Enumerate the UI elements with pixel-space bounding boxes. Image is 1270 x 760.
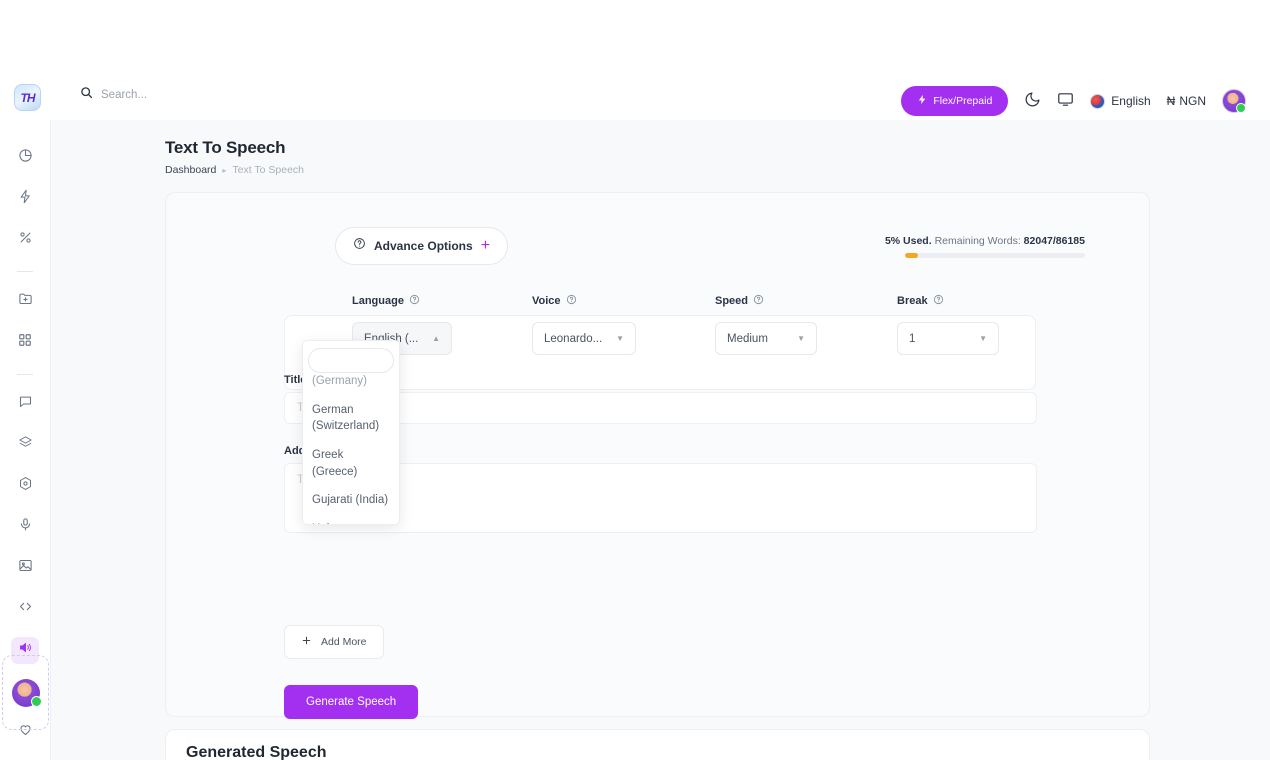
flag-usa-icon [1090, 93, 1106, 109]
usage-indicator: 5% Used. Remaining Words: 82047/86185 [825, 235, 1085, 258]
plus-icon: + [480, 237, 491, 254]
grid-icon [18, 333, 32, 352]
app-logo-text: TH [20, 90, 36, 105]
sidebar-item-images[interactable] [11, 555, 39, 582]
currency-label: NGN [1179, 94, 1206, 108]
language-selector[interactable]: English [1090, 93, 1151, 109]
question-circle-icon [933, 294, 944, 308]
sidebar-item-layers[interactable] [11, 432, 39, 459]
microphone-icon [18, 517, 33, 537]
sidebar-item-code[interactable] [11, 596, 39, 623]
currency-symbol: ₦ [1166, 94, 1176, 108]
sidebar-divider [17, 373, 33, 375]
search-box[interactable]: Search... [80, 86, 147, 104]
break-select-value: 1 [909, 332, 916, 345]
sidebar-item-models[interactable] [11, 473, 39, 500]
question-circle-icon [753, 294, 764, 308]
usage-remaining-value: 82047/86185 [1023, 235, 1085, 247]
sidebar-item-apps[interactable] [11, 329, 39, 356]
speed-select[interactable]: Medium ▼ [715, 322, 817, 355]
layers-icon [18, 435, 33, 455]
speed-select-value: Medium [727, 332, 768, 345]
sidebar-divider [17, 271, 33, 272]
sidebar [0, 120, 51, 760]
search-icon [80, 86, 93, 104]
chevron-up-icon: ▲ [432, 334, 440, 343]
plan-button-label: Flex/Prepaid [933, 95, 993, 107]
breadcrumb-home[interactable]: Dashboard [165, 164, 216, 176]
image-icon [18, 558, 33, 578]
sidebar-item-analytics[interactable] [11, 144, 39, 171]
add-more-label: Add More [321, 636, 367, 648]
sidebar-item-chat[interactable] [11, 391, 39, 418]
chevron-down-icon: ▼ [979, 334, 987, 343]
page-title: Text To Speech [165, 138, 286, 157]
percent-icon [18, 230, 33, 250]
list-item[interactable]: Gujarati (India) [303, 486, 399, 515]
hexagon-icon [18, 476, 33, 496]
language-dropdown-list: (Germany) German (Switzerland) Greek (Gr… [303, 367, 399, 524]
advance-options-button[interactable]: Advance Options + [335, 227, 509, 265]
sidebar-item-new-project[interactable] [11, 288, 39, 315]
bolt-icon [18, 189, 33, 209]
breadcrumb: Dashboard ▸ Text To Speech [165, 164, 1270, 176]
break-label: Break [897, 294, 944, 308]
list-item[interactable]: German (Switzerland) [303, 396, 399, 441]
bolt-icon [917, 94, 928, 108]
pie-chart-icon [18, 148, 33, 168]
code-icon [18, 599, 33, 619]
avatar[interactable] [1222, 89, 1246, 113]
currency-selector[interactable]: ₦ NGN [1167, 94, 1206, 108]
advance-options-label: Advance Options [374, 239, 473, 253]
theme-toggle-button[interactable] [1024, 91, 1041, 111]
avatar [11, 678, 42, 707]
language-label: Language [352, 294, 420, 308]
generated-speech-title: Generated Speech [186, 744, 327, 760]
voice-select[interactable]: Leonardo... ▼ [532, 322, 636, 355]
search-placeholder: Search... [101, 89, 148, 101]
question-circle-icon [353, 237, 366, 255]
chevron-right-icon: ▸ [222, 165, 227, 175]
speed-label: Speed [715, 294, 764, 308]
folder-plus-icon [18, 291, 33, 311]
usage-remaining-label: Remaining Words: [934, 235, 1021, 247]
display-mode-button[interactable] [1057, 91, 1074, 111]
generate-speech-button[interactable]: Generate Speech [284, 685, 419, 719]
add-more-button[interactable]: Add More [284, 625, 384, 659]
plus-icon [301, 635, 312, 649]
sidebar-item-voice[interactable] [11, 514, 39, 541]
monitor-icon [1057, 91, 1074, 111]
question-circle-icon [566, 294, 577, 308]
app-window: TH Search... Flex/Prepaid English ₦ NGN … [0, 0, 1270, 760]
usage-used-label: 5% Used. [884, 235, 932, 247]
list-item[interactable]: (Germany) [303, 367, 399, 396]
chat-icon [18, 394, 33, 414]
moon-icon [1024, 91, 1041, 111]
chevron-down-icon: ▼ [797, 334, 805, 343]
voice-label: Voice [532, 294, 577, 308]
main-content: Text To Speech Dashboard ▸ Text To Speec… [51, 120, 1270, 760]
break-select[interactable]: 1 ▼ [897, 322, 999, 355]
list-item[interactable]: Greek (Greece) [303, 441, 399, 486]
list-item[interactable]: Hebrew (Israel) [303, 515, 399, 524]
header-actions: Flex/Prepaid English ₦ NGN [901, 86, 1246, 116]
chevron-down-icon: ▼ [616, 334, 624, 343]
plan-button[interactable]: Flex/Prepaid [901, 86, 1009, 116]
language-dropdown[interactable]: (Germany) German (Switzerland) Greek (Gr… [302, 340, 400, 525]
sidebar-item-discounts[interactable] [11, 226, 39, 253]
question-circle-icon [409, 294, 420, 308]
sidebar-user-card[interactable] [2, 655, 49, 730]
breadcrumb-current: Text To Speech [232, 164, 304, 176]
generated-speech-card: Generated Speech [165, 729, 1150, 760]
voice-select-value: Leonardo... [544, 332, 603, 345]
usage-progress-fill [905, 253, 918, 258]
language-label: English [1111, 94, 1151, 108]
usage-progress-bar [905, 253, 1085, 258]
sidebar-item-automation[interactable] [11, 185, 39, 212]
app-logo[interactable]: TH [14, 84, 41, 111]
